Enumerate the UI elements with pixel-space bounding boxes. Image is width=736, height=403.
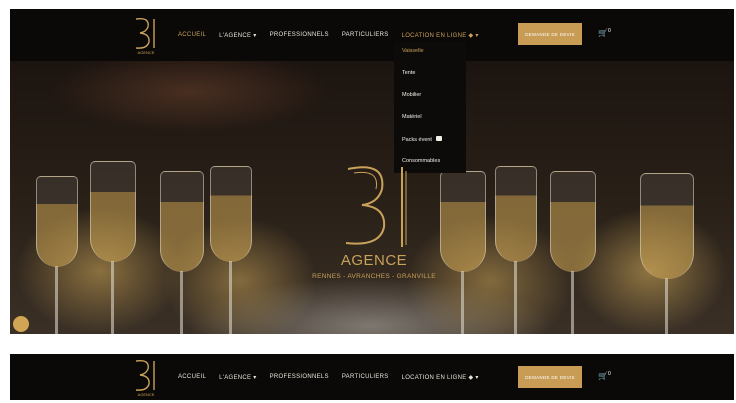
glass-illustration <box>90 161 136 262</box>
glass-stem <box>229 261 232 334</box>
hero-subtitle: RENNES - AVRANCHES - GRANVILLE <box>312 273 436 280</box>
nav-professionnels[interactable]: PROFESSIONNELS <box>270 32 329 38</box>
cart-icon[interactable]: 🛒0 <box>598 371 612 383</box>
glass-stem <box>665 278 668 334</box>
nav-accueil[interactable]: ACCUEIL <box>178 32 206 38</box>
hero-31-logo-mark <box>345 166 407 247</box>
glass-illustration <box>210 166 252 262</box>
svg-text:AGENCE: AGENCE <box>138 50 155 55</box>
agence-31-logo[interactable]: AGENCE <box>128 15 164 55</box>
primary-menu: ACCUEIL L'AGENCE ▾ PROFESSIONNELS PARTIC… <box>178 354 479 400</box>
nav-location-label: LOCATION EN LIGNE <box>401 32 467 39</box>
nav-location-en-ligne[interactable]: LOCATION EN LIGNE ◆ ▾ <box>402 32 479 39</box>
cart-count: 0 <box>607 371 611 377</box>
svg-text:AGENCE: AGENCE <box>138 392 155 397</box>
page-screenshot-navbar: AGENCE ACCUEIL L'AGENCE ▾ PROFESSIONNELS… <box>10 354 734 400</box>
demande-de-devis-button[interactable]: DEMANDE DE DEVIS <box>518 366 582 388</box>
nav-location-en-ligne[interactable]: LOCATION EN LIGNE ◆ ▾ <box>402 374 479 381</box>
nav-agence[interactable]: L'AGENCE ▾ <box>219 374 257 381</box>
nav-location-label: LOCATION EN LIGNE <box>401 374 467 381</box>
dropdown-item-tente[interactable]: Tente <box>402 70 415 76</box>
glass-stem <box>461 271 464 334</box>
glass-illustration <box>440 171 486 272</box>
main-navbar-closed: AGENCE ACCUEIL L'AGENCE ▾ PROFESSIONNELS… <box>10 354 734 400</box>
agence-31-logo[interactable]: AGENCE <box>128 357 164 397</box>
dropdown-item-mobilier[interactable]: Mobilier <box>402 92 421 98</box>
glass-illustration <box>160 171 204 272</box>
main-navbar: AGENCE ACCUEIL L'AGENCE ▾ PROFESSIONNELS… <box>10 9 734 61</box>
dropdown-item-packs-label: Packs évent <box>402 137 432 143</box>
cart-icon[interactable]: 🛒0 <box>598 28 612 40</box>
tag-icon: ◆ ▾ <box>468 374 479 381</box>
nav-agence[interactable]: L'AGENCE ▾ <box>219 32 257 39</box>
page-screenshot-dropdown-open: AGENCE ACCUEIL L'AGENCE ▾ PROFESSIONNELS… <box>10 9 734 334</box>
gift-icon <box>435 136 442 141</box>
nav-particuliers[interactable]: PARTICULIERS <box>342 32 389 38</box>
glass-illustration <box>640 173 694 279</box>
glass-illustration <box>550 171 596 272</box>
nav-particuliers[interactable]: PARTICULIERS <box>342 374 389 380</box>
glass-illustration <box>495 166 537 262</box>
glass-illustration <box>36 176 78 267</box>
nav-accueil[interactable]: ACCUEIL <box>178 374 206 380</box>
dropdown-item-vaisselle[interactable]: Vaisselle <box>402 48 424 54</box>
glass-stem <box>55 266 58 334</box>
hero-title: AGENCE <box>340 252 408 269</box>
dropdown-item-packs-event[interactable]: Packs évent <box>402 136 442 143</box>
accessibility-badge-icon[interactable] <box>13 316 29 332</box>
glass-stem <box>111 261 114 334</box>
glass-stem <box>571 271 574 334</box>
glass-stem <box>514 261 517 334</box>
cart-count: 0 <box>607 28 611 34</box>
glass-stem <box>180 271 183 334</box>
hero-logo: AGENCE RENNES - AVRANCHES - GRANVILLE <box>306 159 442 289</box>
demande-de-devis-button[interactable]: DEMANDE DE DEVIS <box>518 23 582 45</box>
location-dropdown-menu: Vaisselle Tente Mobilier Matériel Packs … <box>394 42 466 173</box>
dropdown-item-materiel[interactable]: Matériel <box>402 114 422 120</box>
nav-professionnels[interactable]: PROFESSIONNELS <box>270 374 329 380</box>
tag-icon: ◆ ▾ <box>468 32 479 39</box>
